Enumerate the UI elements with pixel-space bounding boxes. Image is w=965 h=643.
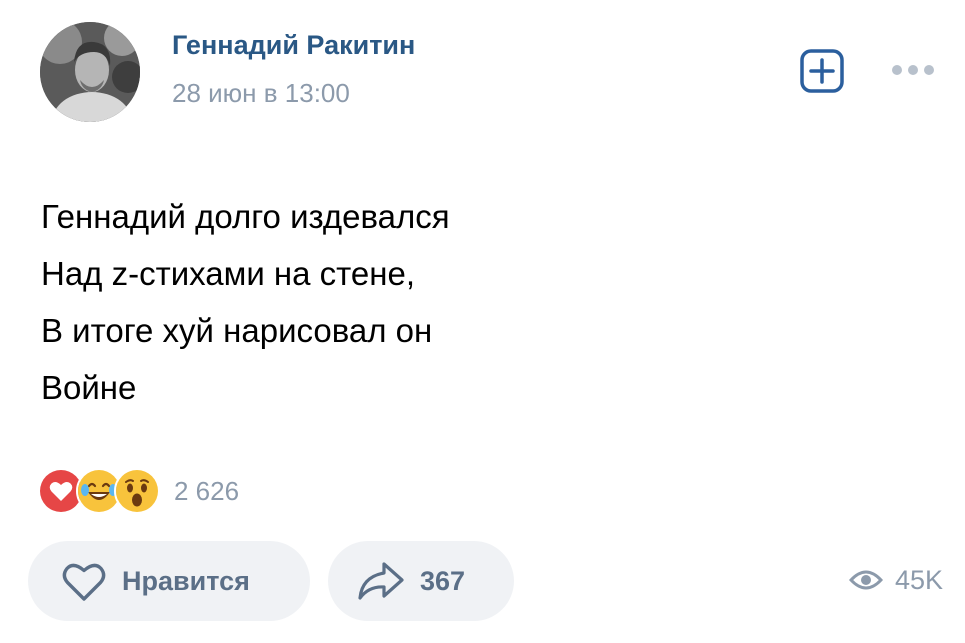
like-label: Нравится [122, 565, 250, 596]
heart-outline-icon [62, 563, 106, 601]
eye-icon [848, 570, 883, 590]
more-options-button[interactable] [888, 56, 938, 84]
views-count: 45K [894, 564, 943, 595]
post-text-line: Войне [41, 369, 137, 406]
more-horizontal-icon [892, 65, 934, 75]
post-text-line: Над z-стихами на стене, [41, 255, 416, 292]
post-text: Геннадий долго издевался Над z-стихами н… [41, 188, 450, 416]
share-arrow-icon [358, 562, 404, 600]
reactions-count[interactable]: 2 626 [174, 476, 239, 507]
views-counter: 45K [848, 560, 943, 600]
author-avatar[interactable] [40, 22, 140, 122]
share-button[interactable]: 367 [328, 541, 514, 621]
add-to-bookmarks-button[interactable] [799, 48, 845, 94]
share-count: 367 [420, 565, 466, 596]
surprised-reaction-icon [114, 468, 160, 514]
post-text-line: Геннадий долго издевался [41, 198, 450, 235]
post-date[interactable]: 28 июн в 13:00 [172, 78, 350, 109]
plus-square-icon [800, 49, 844, 93]
post-text-line: В итоге хуй нарисовал он [41, 312, 433, 349]
reactions-summary[interactable]: 2 626 [38, 468, 239, 514]
like-button[interactable]: Нравится [28, 541, 310, 621]
author-name[interactable]: Геннадий Ракитин [172, 30, 415, 61]
